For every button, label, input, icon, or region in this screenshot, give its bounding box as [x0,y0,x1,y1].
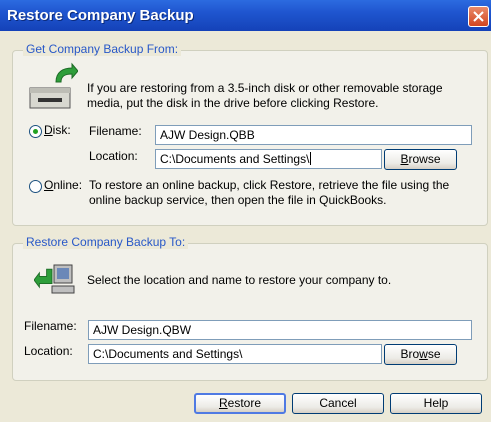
destination-info: Select the location and name to restore … [87,273,392,287]
title-bar[interactable]: Restore Company Backup [0,0,491,31]
browse-mnemonic: w [419,347,428,361]
text-caret [310,152,312,165]
destination-location-label: Location: [24,344,73,358]
removable-media-info: If you are restoring from a 3.5-inch dis… [87,81,443,110]
destination-filename-value: AJW Design.QBW [93,323,192,337]
disk-filename-field[interactable]: AJW Design.QBB [155,125,472,145]
help-button[interactable]: Help [390,393,482,414]
destination-filename-label: Filename: [24,319,77,333]
destination-browse-button[interactable]: Browse [384,344,457,365]
browse-mnemonic: B [400,152,409,166]
destination-location-field[interactable]: C:\Documents and Settings\ [88,344,382,364]
disk-browse-button[interactable]: Browse [384,149,457,170]
online-mnemonic: O [44,178,54,192]
cancel-button[interactable]: Cancel [292,393,384,414]
restore-button[interactable]: Restore [194,393,286,414]
restore-dialog: Restore Company Backup Get Company Backu… [0,0,491,422]
restore-label: estore [227,396,262,410]
close-button[interactable] [468,6,489,27]
online-label-text: nline: [53,178,83,192]
destination-filename-field[interactable]: AJW Design.QBW [88,320,472,340]
computer-destination-icon [34,264,75,294]
browse-label: rowse [408,152,441,166]
browse-label-post: se [427,347,441,361]
disk-mnemonic: D [44,123,53,137]
disk-location-label: Location: [89,149,138,163]
backup-source-legend: Get Company Backup From: [23,42,182,56]
online-radio-label[interactable]: Online: [44,178,82,193]
disk-location-field[interactable]: C:\Documents and Settings\ [155,149,382,169]
disk-location-value: C:\Documents and Settings\ [160,152,310,166]
disk-radio-label[interactable]: Disk: [44,123,71,138]
radio-selected-dot [33,129,38,134]
disk-filename-label: Filename: [89,124,142,138]
restore-destination-legend: Restore Company Backup To: [23,235,189,249]
close-icon [473,11,484,22]
disk-radio[interactable] [29,125,42,138]
disk-filename-value: AJW Design.QBB [160,128,255,142]
restore-mnemonic: R [218,396,228,410]
disk-label-text: isk: [52,123,71,137]
destination-location-value: C:\Documents and Settings\ [93,347,243,361]
window-title: Restore Company Backup [7,7,194,24]
online-radio[interactable] [29,180,42,193]
disk-drive-icon [29,62,78,109]
browse-label-pre: Bro [400,347,420,361]
online-backup-info: To restore an online backup, click Resto… [89,178,450,207]
